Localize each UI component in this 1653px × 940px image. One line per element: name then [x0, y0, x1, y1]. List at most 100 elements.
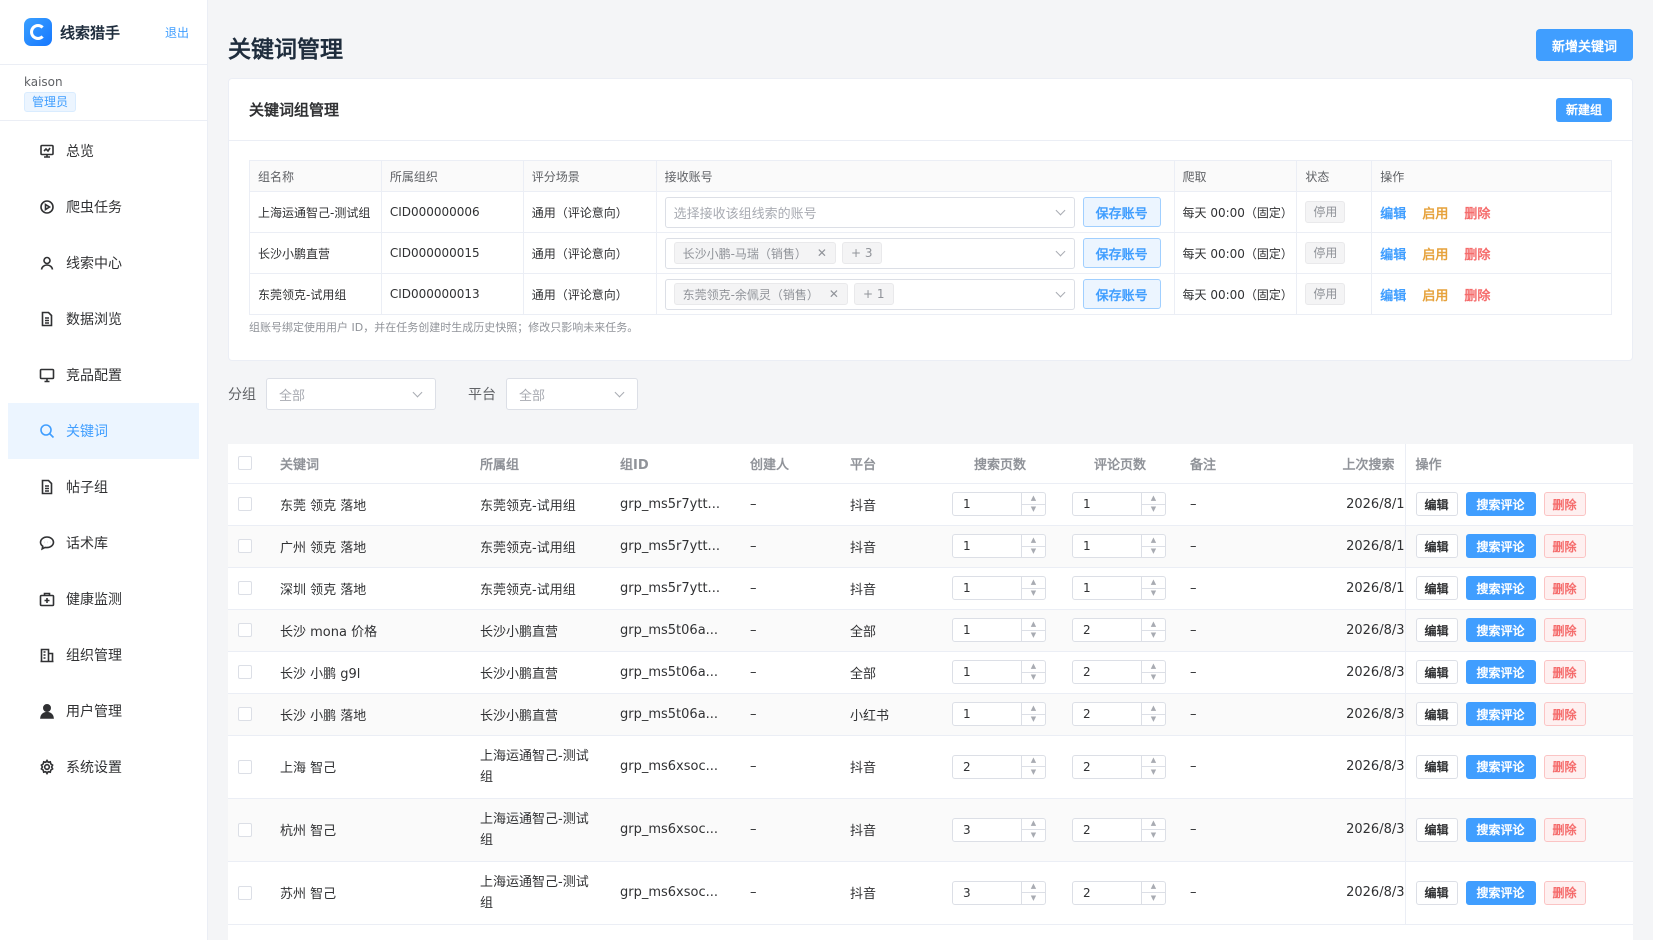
chevron-down-icon[interactable]: ▼	[1022, 587, 1045, 600]
platform-filter-select[interactable]: 全部	[506, 378, 638, 410]
sidebar-item-5[interactable]: 关键词	[8, 403, 199, 459]
chevron-down-icon[interactable]: ▼	[1142, 587, 1165, 600]
edit-keyword-button[interactable]: 编辑	[1415, 754, 1458, 779]
chevron-up-icon[interactable]: ▲	[1022, 493, 1045, 504]
page-count-stepper[interactable]: 2 ▲ ▼	[952, 754, 1046, 779]
chevron-down-icon[interactable]: ▼	[1142, 503, 1165, 516]
logout-link[interactable]: 退出	[165, 24, 189, 41]
page-count-stepper[interactable]: 1 ▲ ▼	[1072, 576, 1166, 600]
receiver-select[interactable]: 东莞领克-余佩灵（销售） ✕ + 1	[664, 278, 1075, 310]
delete-keyword-button[interactable]: 删除	[1543, 660, 1586, 684]
page-count-stepper[interactable]: 2 ▲ ▼	[1072, 754, 1166, 779]
edit-group-link[interactable]: 编辑	[1380, 289, 1406, 304]
edit-keyword-button[interactable]: 编辑	[1415, 660, 1458, 684]
edit-keyword-button[interactable]: 编辑	[1415, 576, 1458, 600]
enable-group-link[interactable]: 启用	[1422, 289, 1448, 304]
chevron-up-icon[interactable]: ▲	[1142, 882, 1165, 893]
delete-keyword-button[interactable]: 删除	[1543, 576, 1586, 600]
search-comments-button[interactable]: 搜索评论	[1465, 880, 1536, 905]
chevron-down-icon[interactable]: ▼	[1142, 713, 1165, 726]
page-count-stepper[interactable]: 1 ▲ ▼	[952, 660, 1046, 684]
chevron-down-icon[interactable]: ▼	[1142, 545, 1165, 558]
delete-keyword-button[interactable]: 删除	[1543, 618, 1586, 642]
chevron-up-icon[interactable]: ▲	[1022, 577, 1045, 588]
add-keyword-button[interactable]: 新增关键词	[1535, 29, 1633, 61]
sidebar-item-10[interactable]: 用户管理	[8, 683, 199, 739]
row-checkbox[interactable]	[238, 581, 252, 595]
chevron-up-icon[interactable]: ▲	[1142, 493, 1165, 504]
page-count-stepper[interactable]: 1 ▲ ▼	[952, 576, 1046, 600]
edit-keyword-button[interactable]: 编辑	[1415, 618, 1458, 642]
search-comments-button[interactable]: 搜索评论	[1465, 618, 1536, 642]
delete-keyword-button[interactable]: 删除	[1543, 702, 1586, 726]
search-comments-button[interactable]: 搜索评论	[1465, 702, 1536, 726]
search-comments-button[interactable]: 搜索评论	[1465, 492, 1536, 516]
group-filter-select[interactable]: 全部	[266, 378, 436, 410]
select-all-checkbox[interactable]	[238, 456, 252, 471]
chevron-down-icon[interactable]: ▼	[1022, 671, 1045, 684]
sidebar-item-9[interactable]: 组织管理	[8, 627, 199, 683]
chevron-up-icon[interactable]: ▲	[1022, 703, 1045, 714]
delete-keyword-button[interactable]: 删除	[1543, 754, 1586, 779]
page-count-stepper[interactable]: 1 ▲ ▼	[952, 702, 1046, 726]
page-count-stepper[interactable]: 2 ▲ ▼	[1072, 880, 1166, 905]
chevron-up-icon[interactable]: ▲	[1022, 619, 1045, 630]
page-count-stepper[interactable]: 2 ▲ ▼	[1072, 817, 1166, 842]
chevron-down-icon[interactable]: ▼	[1142, 892, 1165, 904]
page-count-stepper[interactable]: 1 ▲ ▼	[1072, 534, 1166, 558]
edit-group-link[interactable]: 编辑	[1380, 248, 1406, 263]
search-comments-button[interactable]: 搜索评论	[1465, 817, 1536, 842]
delete-group-link[interactable]: 删除	[1464, 248, 1490, 263]
close-icon[interactable]: ✕	[817, 246, 827, 260]
page-count-stepper[interactable]: 1 ▲ ▼	[952, 534, 1046, 558]
chevron-down-icon[interactable]: ▼	[1022, 545, 1045, 558]
sidebar-item-3[interactable]: 数据浏览	[8, 291, 199, 347]
page-count-stepper[interactable]: 3 ▲ ▼	[952, 817, 1046, 842]
chevron-down-icon[interactable]: ▼	[1022, 766, 1045, 778]
search-comments-button[interactable]: 搜索评论	[1465, 576, 1536, 600]
delete-keyword-button[interactable]: 删除	[1543, 817, 1586, 842]
page-count-stepper[interactable]: 1 ▲ ▼	[1072, 492, 1166, 516]
delete-group-link[interactable]: 删除	[1464, 289, 1490, 304]
delete-keyword-button[interactable]: 删除	[1543, 534, 1586, 558]
chevron-down-icon[interactable]: ▼	[1022, 829, 1045, 841]
row-checkbox[interactable]	[238, 623, 252, 637]
receiver-select[interactable]: 选择接收该组线索的账号	[664, 196, 1075, 228]
chevron-down-icon[interactable]: ▼	[1142, 766, 1165, 778]
sidebar-item-7[interactable]: 话术库	[8, 515, 199, 571]
edit-keyword-button[interactable]: 编辑	[1415, 492, 1458, 516]
sidebar-item-11[interactable]: 系统设置	[8, 739, 199, 795]
chevron-up-icon[interactable]: ▲	[1022, 661, 1045, 672]
sidebar-item-6[interactable]: 帖子组	[8, 459, 199, 515]
page-count-stepper[interactable]: 1 ▲ ▼	[952, 492, 1046, 516]
chevron-up-icon[interactable]: ▲	[1142, 535, 1165, 546]
page-count-stepper[interactable]: 1 ▲ ▼	[952, 618, 1046, 642]
save-account-button[interactable]: 保存账号	[1082, 279, 1161, 309]
chevron-up-icon[interactable]: ▲	[1022, 819, 1045, 830]
chevron-up-icon[interactable]: ▲	[1022, 535, 1045, 546]
sidebar-item-1[interactable]: 爬虫任务	[8, 179, 199, 235]
row-checkbox[interactable]	[238, 539, 252, 553]
receiver-select[interactable]: 长沙小鹏-马瑞（销售） ✕ + 3	[664, 237, 1075, 269]
delete-keyword-button[interactable]: 删除	[1543, 880, 1586, 905]
page-count-stepper[interactable]: 3 ▲ ▼	[952, 880, 1046, 905]
edit-group-link[interactable]: 编辑	[1380, 207, 1406, 222]
chevron-down-icon[interactable]: ▼	[1022, 713, 1045, 726]
edit-keyword-button[interactable]: 编辑	[1415, 534, 1458, 558]
row-checkbox[interactable]	[238, 822, 252, 837]
chevron-up-icon[interactable]: ▲	[1142, 577, 1165, 588]
chevron-up-icon[interactable]: ▲	[1022, 756, 1045, 767]
save-account-button[interactable]: 保存账号	[1082, 197, 1161, 227]
page-count-stepper[interactable]: 2 ▲ ▼	[1072, 702, 1166, 726]
page-count-stepper[interactable]: 2 ▲ ▼	[1072, 660, 1166, 684]
row-checkbox[interactable]	[238, 497, 252, 511]
search-comments-button[interactable]: 搜索评论	[1465, 660, 1536, 684]
new-group-button[interactable]: 新建组	[1555, 97, 1612, 122]
sidebar-item-2[interactable]: 线索中心	[8, 235, 199, 291]
delete-group-link[interactable]: 删除	[1464, 207, 1490, 222]
search-comments-button[interactable]: 搜索评论	[1465, 534, 1536, 558]
delete-keyword-button[interactable]: 删除	[1543, 492, 1586, 516]
chevron-down-icon[interactable]: ▼	[1142, 671, 1165, 684]
chevron-down-icon[interactable]: ▼	[1142, 629, 1165, 642]
chevron-down-icon[interactable]: ▼	[1022, 503, 1045, 516]
